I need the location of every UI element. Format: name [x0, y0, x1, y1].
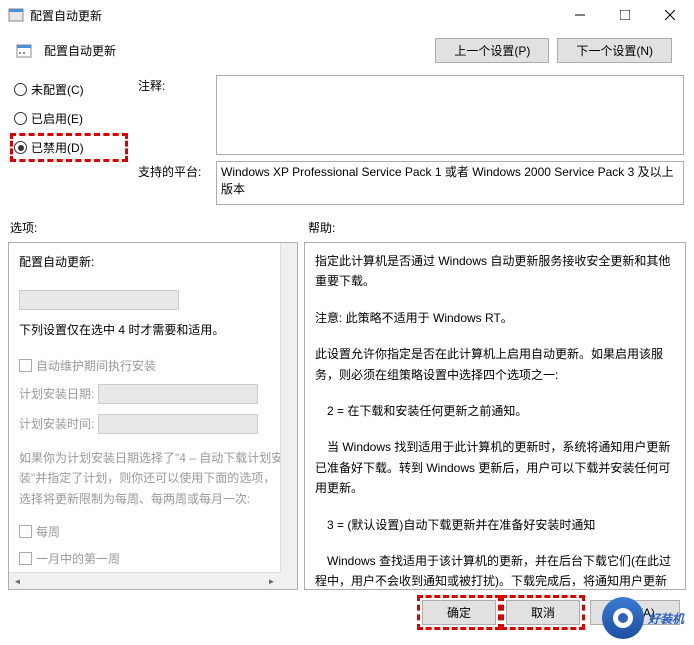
- close-button[interactable]: [647, 0, 692, 30]
- radio-icon: [14, 112, 27, 125]
- install-date-label: 计划安装日期:: [19, 385, 94, 402]
- ok-button[interactable]: 确定: [422, 600, 496, 625]
- help-text: 3 = (默认设置)自动下载更新并在准备好安装时通知: [315, 515, 675, 535]
- checkbox-label: 自动维护期间执行安装: [36, 357, 156, 374]
- subtitle-row: 配置自动更新 上一个设置(P) 下一个设置(N): [0, 30, 694, 71]
- scroll-corner: [280, 572, 297, 589]
- every-week-checkbox-row[interactable]: 每周: [19, 523, 287, 540]
- window-title: 配置自动更新: [30, 7, 557, 24]
- comment-textarea[interactable]: [216, 75, 684, 155]
- help-section-label: 帮助:: [308, 219, 335, 236]
- options-title: 配置自动更新:: [19, 253, 287, 270]
- maximize-button[interactable]: [602, 0, 647, 30]
- help-text: 注意: 此策略不适用于 Windows RT。: [315, 308, 675, 328]
- checkbox-icon: [19, 552, 32, 565]
- radio-icon: [14, 141, 27, 154]
- radio-disabled[interactable]: 已禁用(D): [10, 133, 128, 162]
- radio-icon: [14, 83, 27, 96]
- horizontal-scrollbar[interactable]: ◄ ►: [9, 572, 280, 589]
- scroll-right-icon: ►: [263, 573, 280, 590]
- install-time-label: 计划安装时间:: [19, 415, 94, 432]
- minimize-button[interactable]: [557, 0, 602, 30]
- apply-button[interactable]: 应用(A): [590, 600, 680, 625]
- radio-group: 未配置(C) 已启用(E) 已禁用(D): [10, 75, 128, 211]
- titlebar: 配置自动更新: [0, 0, 694, 30]
- help-text: 指定此计算机是否通过 Windows 自动更新服务接收安全更新和其他重要下载。: [315, 251, 675, 292]
- options-section-label: 选项:: [10, 219, 308, 236]
- comment-label: 注释:: [138, 75, 208, 94]
- help-panel: 指定此计算机是否通过 Windows 自动更新服务接收安全更新和其他重要下载。 …: [304, 242, 686, 590]
- help-text: Windows 查找适用于该计算机的更新，并在后台下载它们(在此过程中，用户不会…: [315, 551, 675, 590]
- options-panel: 配置自动更新: 下列设置仅在选中 4 时才需要和适用。 自动维护期间执行安装 计…: [8, 242, 298, 590]
- next-setting-button[interactable]: 下一个设置(N): [557, 38, 672, 63]
- platform-text: Windows XP Professional Service Pack 1 或…: [216, 161, 684, 205]
- checkbox-label: 一月中的第一周: [36, 550, 120, 567]
- first-week-checkbox-row[interactable]: 一月中的第一周: [19, 550, 287, 567]
- config-dropdown[interactable]: [19, 290, 179, 310]
- platform-label: 支持的平台:: [138, 161, 208, 180]
- help-text: 当 Windows 找到适用于此计算机的更新时，系统将通知用户更新已准备好下载。…: [315, 437, 675, 498]
- checkbox-icon: [19, 359, 32, 372]
- install-time-dropdown[interactable]: [98, 414, 258, 434]
- checkbox-icon: [19, 525, 32, 538]
- radio-not-configured[interactable]: 未配置(C): [10, 75, 128, 104]
- maintenance-checkbox-row[interactable]: 自动维护期间执行安装: [19, 357, 287, 374]
- prev-setting-button[interactable]: 上一个设置(P): [435, 38, 549, 63]
- options-note: 下列设置仅在选中 4 时才需要和适用。: [19, 322, 287, 339]
- cancel-button[interactable]: 取消: [506, 600, 580, 625]
- vertical-scrollbar[interactable]: [280, 243, 297, 572]
- radio-enabled[interactable]: 已启用(E): [10, 104, 128, 133]
- help-text: 2 = 在下载和安装任何更新之前通知。: [315, 401, 675, 421]
- subtitle-text: 配置自动更新: [44, 42, 116, 59]
- radio-label: 已启用(E): [31, 110, 83, 127]
- radio-label: 已禁用(D): [31, 139, 84, 156]
- scroll-left-icon: ◄: [9, 573, 26, 590]
- policy-icon: [16, 43, 32, 59]
- app-icon: [8, 7, 24, 23]
- checkbox-label: 每周: [36, 523, 60, 540]
- options-paragraph: 如果你为计划安装日期选择了"4 – 自动下载计划安装"并指定了计划，则你还可以使…: [19, 448, 287, 509]
- radio-label: 未配置(C): [31, 81, 84, 98]
- help-text: 此设置允许你指定是否在此计算机上启用自动更新。如果启用该服务，则必须在组策略设置…: [315, 344, 675, 385]
- install-date-dropdown[interactable]: [98, 384, 258, 404]
